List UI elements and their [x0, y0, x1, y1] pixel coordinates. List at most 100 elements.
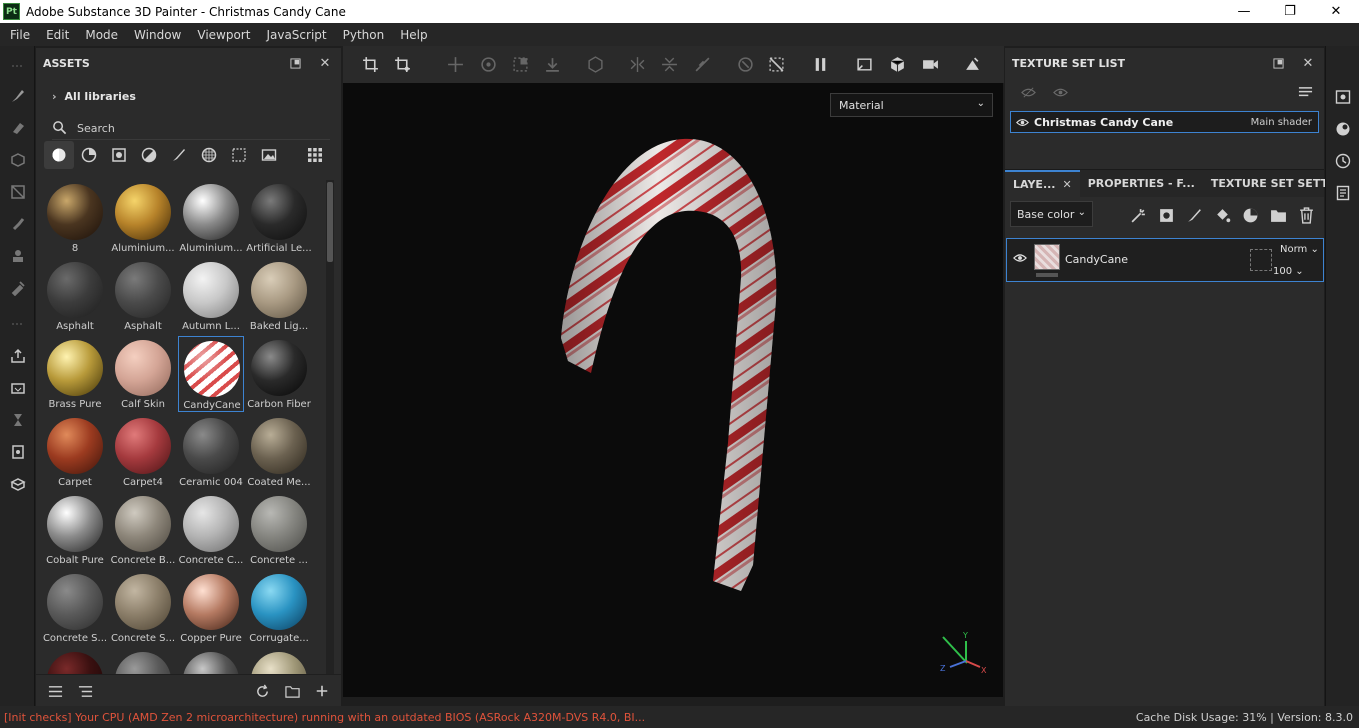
asset-tile[interactable]: Calf Skin — [110, 336, 176, 412]
menu-javascript[interactable]: JavaScript — [258, 28, 334, 42]
add-asset-icon[interactable] — [313, 683, 331, 699]
bake-icon[interactable] — [8, 378, 28, 398]
solo-icon[interactable] — [1053, 85, 1068, 103]
asset-tile[interactable] — [246, 648, 312, 674]
asset-tile[interactable]: Copper Pure — [178, 570, 244, 646]
layer-visibility-icon[interactable] — [1013, 251, 1027, 268]
layer-mask-slot[interactable] — [1250, 249, 1272, 271]
history-clock-icon[interactable] — [1334, 152, 1352, 170]
add-paint-layer-icon[interactable] — [1184, 206, 1204, 224]
maximize-button[interactable]: ❐ — [1267, 0, 1313, 23]
close-window-button[interactable]: ✕ — [1313, 0, 1359, 23]
search-input[interactable]: Search — [77, 122, 115, 135]
menu-edit[interactable]: Edit — [38, 28, 77, 42]
pause-icon[interactable] — [809, 54, 831, 74]
scrollbar-thumb[interactable] — [327, 182, 333, 262]
candy-cane-model[interactable] — [343, 83, 1003, 697]
tab-properties[interactable]: PROPERTIES - F... — [1080, 170, 1203, 198]
all-libraries-breadcrumb[interactable]: › All libraries — [52, 90, 136, 103]
assets-scrollbar[interactable] — [326, 180, 334, 674]
log-icon[interactable] — [1334, 184, 1352, 202]
add-fill-layer-icon[interactable] — [1212, 206, 1232, 224]
asset-tile[interactable]: Corrugate... — [246, 570, 312, 646]
mirror-x-icon[interactable] — [626, 54, 648, 74]
asset-tile[interactable]: 8 — [42, 180, 108, 256]
asset-tile[interactable]: Aluminium... — [178, 180, 244, 256]
asset-tile[interactable]: Cobalt Pure — [42, 492, 108, 568]
3d-view-icon[interactable] — [886, 54, 908, 74]
layer-row[interactable]: CandyCane Norm ⌄ 100 ⌄ — [1006, 238, 1324, 282]
asset-tile[interactable]: Aluminium... — [110, 180, 176, 256]
minimize-button[interactable]: — — [1221, 0, 1267, 23]
add-smart-material-icon[interactable] — [1240, 206, 1260, 224]
asset-tile[interactable]: Artificial Le... — [246, 180, 312, 256]
iray-render-icon[interactable] — [961, 54, 983, 74]
asset-tile[interactable]: Carpet — [42, 414, 108, 490]
asset-tile[interactable]: Ceramic 004 — [178, 414, 244, 490]
filter-environments-icon[interactable] — [254, 141, 284, 169]
add-effect-icon[interactable] — [1128, 206, 1148, 224]
viewport-mode-dropdown[interactable]: Material ⌄ — [830, 93, 993, 117]
view-grid-icon[interactable] — [300, 141, 330, 169]
move-icon[interactable] — [444, 54, 466, 74]
clone-stamp-icon[interactable] — [8, 246, 28, 266]
close-panel-icon[interactable]: ✕ — [317, 55, 333, 71]
hide-all-icon[interactable] — [1021, 85, 1036, 103]
status-warning-message[interactable]: [Init checks] Your CPU (AMD Zen 2 microa… — [4, 711, 645, 724]
menu-help[interactable]: Help — [392, 28, 435, 42]
add-mask-icon[interactable] — [1156, 206, 1176, 224]
filter-generators-icon[interactable] — [134, 141, 164, 169]
shader-settings-icon[interactable] — [1334, 120, 1352, 138]
shelf-icon[interactable] — [8, 474, 28, 494]
hide-selection-icon[interactable] — [765, 54, 787, 74]
asset-tile[interactable]: Concrete S... — [42, 570, 108, 646]
channel-dropdown[interactable]: Base color ⌄ — [1010, 201, 1093, 227]
list-view-icon[interactable] — [46, 683, 64, 699]
uv-transform-icon[interactable] — [391, 54, 413, 74]
asset-tile[interactable]: Coated Me... — [246, 414, 312, 490]
menu-file[interactable]: File — [2, 28, 38, 42]
refresh-icon[interactable] — [253, 683, 271, 699]
viewer-settings-icon[interactable] — [1334, 88, 1352, 106]
assets-search[interactable]: Search — [52, 118, 330, 140]
float-panel-icon[interactable] — [1270, 55, 1286, 71]
asset-tile[interactable] — [178, 648, 244, 674]
asset-tile[interactable] — [110, 648, 176, 674]
disable-icon[interactable] — [734, 54, 756, 74]
asset-tile[interactable]: CandyCane — [178, 336, 244, 412]
asset-tile[interactable] — [42, 648, 108, 674]
details-view-icon[interactable] — [76, 683, 94, 699]
filter-materials-icon[interactable] — [44, 141, 74, 169]
export-icon[interactable] — [8, 346, 28, 366]
polygon-fill-icon[interactable] — [8, 182, 28, 202]
float-panel-icon[interactable] — [287, 55, 303, 71]
filter-masks-icon[interactable] — [104, 141, 134, 169]
cube-icon[interactable] — [584, 54, 606, 74]
rotate-icon[interactable] — [477, 54, 499, 74]
mirror-y-icon[interactable] — [658, 54, 680, 74]
layer-thumbnail[interactable] — [1034, 244, 1060, 270]
display-settings-icon[interactable] — [8, 442, 28, 462]
tab-layers[interactable]: LAYE... ✕ — [1005, 169, 1080, 198]
history-icon[interactable] — [8, 410, 28, 430]
asset-tile[interactable]: Baked Lig... — [246, 258, 312, 334]
color-picker-icon[interactable] — [8, 278, 28, 298]
asset-tile[interactable]: Concrete B... — [110, 492, 176, 568]
asset-tile[interactable]: Carpet4 — [110, 414, 176, 490]
asset-tile[interactable]: Carbon Fiber — [246, 336, 312, 412]
3d-viewport[interactable]: Material ⌄ Y X Z — [343, 83, 1003, 697]
asset-tile[interactable]: Brass Pure — [42, 336, 108, 412]
menu-mode[interactable]: Mode — [77, 28, 126, 42]
smudge-icon[interactable] — [8, 214, 28, 234]
menu-window[interactable]: Window — [126, 28, 189, 42]
camera-icon[interactable] — [919, 54, 941, 74]
asset-tile[interactable]: Concrete C... — [178, 492, 244, 568]
texture-set-menu-icon[interactable] — [1298, 85, 1313, 103]
texture-set-item[interactable]: Christmas Candy Cane Main shader — [1010, 111, 1319, 133]
blend-mode-dropdown[interactable]: Norm ⌄ — [1280, 244, 1319, 255]
asset-tile[interactable]: Asphalt — [42, 258, 108, 334]
crop-transform-icon[interactable] — [359, 54, 381, 74]
filter-smart-materials-icon[interactable] — [74, 141, 104, 169]
asset-tile[interactable]: Concrete S... — [110, 570, 176, 646]
projection-icon[interactable] — [8, 150, 28, 170]
